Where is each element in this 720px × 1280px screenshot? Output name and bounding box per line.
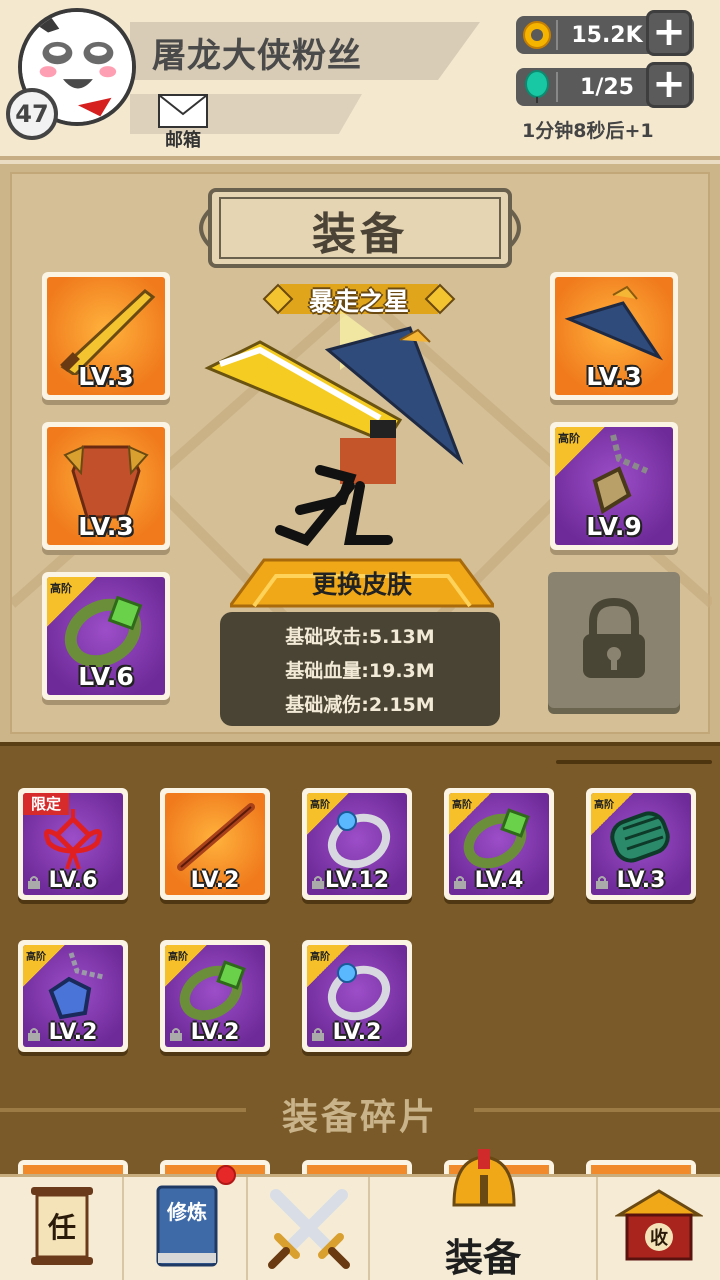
svg-text:修炼: 修炼 — [166, 1200, 207, 1224]
item-level: LV.2 — [332, 1020, 382, 1045]
scroll-task-icon: 任 — [31, 1187, 93, 1265]
inventory-item[interactable]: 高阶 LV.12 — [302, 788, 412, 900]
energy-amount: 1/25 — [580, 75, 634, 100]
equip-slot-amulet[interactable]: 高阶 LV.9 — [550, 422, 678, 550]
item-level: LV.2 — [190, 1020, 240, 1045]
inventory-item[interactable]: 高阶 LV.3 — [586, 788, 696, 900]
pavilion-icon: 收 — [615, 1189, 703, 1261]
add-energy-button[interactable]: + — [646, 62, 692, 108]
add-coins-button[interactable]: + — [646, 10, 692, 56]
inventory-item[interactable]: 高阶 LV.2 — [160, 940, 270, 1052]
inventory-item[interactable]: 高阶 LV.2 — [18, 940, 128, 1052]
jade-ring-icon — [179, 960, 246, 1021]
nav-tasks[interactable]: 任 — [0, 1177, 124, 1280]
hero-character[interactable] — [200, 310, 480, 560]
jade-ring-icon — [463, 808, 530, 869]
item-level: LV.6 — [48, 868, 98, 893]
change-skin-label: 更换皮肤 — [311, 570, 412, 599]
staff-icon — [177, 803, 255, 871]
coin-icon — [523, 21, 551, 49]
equipment-title-banner: 装备 — [190, 186, 530, 270]
mailbox-button[interactable]: 邮箱 — [156, 94, 210, 154]
silver-ring-icon — [327, 811, 391, 869]
top-bar: 屠龙大侠粉丝 47 邮箱 15.2K + 1/25 + 1分钟8秒后+1 — [0, 0, 720, 160]
nav-cultivate[interactable]: 修炼 — [124, 1165, 248, 1280]
change-skin-button[interactable]: 更换皮肤 — [230, 556, 494, 612]
base-stats-panel: 基础攻击:5.13M 基础血量:19.3M 基础减伤:2.15M — [220, 612, 500, 726]
base-defense-stat: 基础减伤:2.15M — [285, 694, 435, 716]
locked-equip-slot[interactable] — [548, 572, 680, 708]
helmet-icon — [452, 1149, 516, 1207]
item-level: LV.4 — [474, 868, 524, 893]
inventory-item[interactable]: 高阶 LV.4 — [444, 788, 554, 900]
slot-level: LV.3 — [586, 362, 642, 391]
svg-text:收: 收 — [650, 1227, 668, 1249]
balloon-icon — [525, 70, 549, 103]
crossed-swords-icon — [268, 1189, 350, 1269]
fragments-title: 装备碎片 — [281, 1097, 438, 1138]
slot-level: LV.3 — [78, 512, 134, 541]
equipment-title: 装备 — [312, 209, 408, 260]
item-level: LV.12 — [324, 868, 390, 893]
jade-bracer-icon — [610, 811, 670, 863]
svg-text:任: 任 — [47, 1211, 76, 1244]
base-hp-stat: 基础血量:19.3M — [285, 660, 435, 682]
inventory-item[interactable]: 高阶 LV.2 — [302, 940, 412, 1052]
inventory-item[interactable]: 限定 LV.6 — [18, 788, 128, 900]
padlock-icon — [583, 598, 645, 678]
chinese-knot-icon — [43, 809, 103, 870]
bottom-nav: 任 修炼 装备 收 — [0, 1149, 720, 1280]
item-level: LV.2 — [190, 868, 240, 893]
slot-level: LV.9 — [586, 512, 642, 541]
slot-level: LV.3 — [78, 362, 134, 391]
item-level: LV.2 — [48, 1020, 98, 1045]
fragments-header: 装备碎片 — [0, 1084, 720, 1138]
gem-amulet-icon — [48, 952, 104, 1020]
coin-amount: 15.2K — [571, 23, 643, 48]
item-level: LV.3 — [616, 868, 666, 893]
nav-equipment-active[interactable]: 装备 — [370, 1149, 598, 1280]
equip-slot-ring[interactable]: 高阶 LV.6 — [42, 572, 170, 700]
player-name: 屠龙大侠粉丝 — [152, 36, 362, 76]
nav-battle[interactable] — [248, 1177, 370, 1280]
inventory-scroll-indicator — [556, 760, 712, 764]
equip-slot-hat[interactable]: LV.3 — [550, 272, 678, 400]
envelope-icon — [158, 94, 208, 128]
mailbox-label: 邮箱 — [165, 130, 201, 151]
inventory-item[interactable]: LV.2 — [160, 788, 270, 900]
slot-level: LV.6 — [78, 662, 134, 691]
player-level-badge: 47 — [6, 88, 58, 140]
equipment-tab-label: 装备 — [444, 1236, 521, 1280]
base-attack-stat: 基础攻击:5.13M — [285, 626, 435, 648]
silver-ring-icon — [327, 963, 391, 1021]
nav-collection[interactable]: 收 — [598, 1177, 720, 1280]
energy-refill-timer: 1分钟8秒后+1 — [522, 120, 654, 142]
book-icon: 修炼 — [156, 1185, 218, 1267]
equip-slot-weapon[interactable]: LV.3 — [42, 272, 170, 400]
plus-icon: + — [652, 61, 686, 107]
plus-icon: + — [652, 9, 686, 55]
equip-slot-armor[interactable]: LV.3 — [42, 422, 170, 550]
notification-dot — [216, 1165, 236, 1185]
